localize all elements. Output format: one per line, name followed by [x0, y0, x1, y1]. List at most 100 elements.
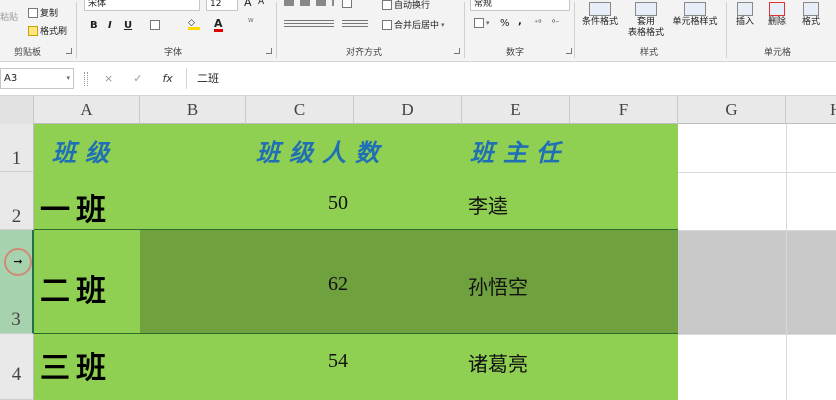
cell-teacher[interactable]: 李逵	[468, 190, 508, 219]
header-cell-count[interactable]: 班级人数	[256, 133, 388, 168]
chevron-down-icon: ▾	[66, 74, 70, 82]
number-group-label: 数字	[506, 48, 525, 58]
cell-teacher[interactable]: 诸葛亮	[468, 348, 528, 377]
wrap-text-icon	[382, 0, 392, 10]
font-size-select[interactable]: 12	[206, 0, 238, 11]
fill-color-button[interactable]: ◇	[188, 18, 200, 30]
merge-center-label: 合并后居中	[394, 21, 440, 31]
decrease-decimal-button[interactable]: ⁰⁻	[552, 18, 559, 27]
format-icon	[803, 2, 819, 16]
comma-button[interactable]: ,	[518, 16, 522, 27]
wrap-text-label: 自动换行	[394, 1, 431, 11]
percent-button[interactable]: %	[500, 18, 510, 29]
font-group-label: 字体	[164, 48, 183, 58]
number-format-value: 常规	[474, 0, 493, 9]
conditional-format-button[interactable]: 条件格式	[578, 2, 622, 28]
column-header-row: A B C D E F G H	[0, 96, 836, 124]
format-painter-button[interactable]: 格式刷	[28, 24, 67, 37]
enter-icon[interactable]: ✓	[133, 72, 142, 85]
insert-button[interactable]: 插入	[730, 2, 760, 28]
group-divider	[464, 2, 465, 58]
delete-button[interactable]: 删除	[762, 2, 792, 28]
indent-buttons[interactable]	[342, 18, 368, 27]
alignment-launcher-icon[interactable]	[454, 48, 460, 54]
selected-range	[140, 230, 678, 334]
styles-group-label: 样式	[640, 48, 659, 58]
copy-icon	[28, 7, 38, 18]
merge-icon	[382, 19, 392, 30]
number-launcher-icon[interactable]	[566, 48, 572, 54]
ribbon: 粘贴 复制 格式刷 剪贴板 宋体 12 A A B I U ◇ A ᵂ 字体 自…	[0, 0, 836, 62]
cell-count[interactable]: 50	[328, 192, 348, 215]
indent-icon	[342, 18, 368, 27]
border-button[interactable]	[150, 20, 160, 30]
font-launcher-icon[interactable]	[266, 48, 272, 54]
phonetic-button[interactable]: ᵂ	[248, 18, 254, 28]
conditional-format-icon	[589, 2, 611, 16]
group-divider	[726, 2, 727, 58]
format-as-table-button[interactable]: 套用 表格格式	[624, 2, 668, 39]
decrease-decimal-icon: ⁰⁻	[552, 18, 560, 27]
orientation-button[interactable]	[342, 0, 352, 8]
clipboard-launcher-icon[interactable]	[66, 48, 72, 54]
column-header-b[interactable]: B	[140, 96, 246, 124]
format-button[interactable]: 格式	[796, 2, 826, 28]
cell-class[interactable]: 三班	[40, 343, 112, 387]
column-header-a[interactable]: A	[34, 96, 140, 124]
row-header-3[interactable]: 3	[0, 230, 34, 334]
cell-class[interactable]: 二班	[40, 266, 112, 310]
formula-input[interactable]: 二班	[186, 68, 836, 89]
font-name-value: 宋体	[88, 0, 107, 9]
select-all-button[interactable]	[0, 96, 34, 124]
currency-button[interactable]: ▾	[474, 18, 490, 28]
clipboard-group-label: 剪贴板	[14, 48, 42, 58]
brush-icon	[28, 25, 38, 36]
header-cell-class[interactable]: 班级	[52, 133, 118, 168]
cell-class[interactable]: 一班	[40, 185, 112, 229]
wrap-text-button[interactable]: 自动换行	[382, 0, 430, 11]
row-header-4[interactable]: 4	[0, 334, 34, 400]
cell-count[interactable]: 62	[328, 273, 348, 296]
name-box-value: A3	[4, 73, 18, 84]
name-box[interactable]: A3 ▾	[0, 68, 74, 89]
font-color-button[interactable]: A	[214, 18, 223, 32]
insert-label: 插入	[735, 17, 754, 27]
bold-button[interactable]: B	[90, 20, 98, 31]
excel-window: 粘贴 复制 格式刷 剪贴板 宋体 12 A A B I U ◇ A ᵂ 字体 自…	[0, 0, 836, 400]
horizontal-align-buttons[interactable]	[284, 18, 334, 27]
selected-empty-cells	[678, 230, 836, 334]
cells-group-label: 单元格	[764, 48, 792, 58]
cell-count[interactable]: 54	[328, 350, 348, 373]
cell-styles-button[interactable]: 单元格样式	[668, 2, 722, 28]
delete-icon	[769, 2, 785, 16]
vertical-align-buttons[interactable]	[284, 0, 334, 6]
header-cell-teacher[interactable]: 班主任	[470, 133, 569, 168]
resize-handle[interactable]	[84, 72, 88, 86]
column-header-d[interactable]: D	[354, 96, 462, 124]
border-icon	[150, 20, 160, 30]
format-painter-label: 格式刷	[40, 27, 68, 37]
italic-button[interactable]: I	[108, 20, 112, 31]
shrink-font-button[interactable]: A	[258, 0, 264, 7]
column-header-e[interactable]: E	[462, 96, 570, 124]
column-header-h[interactable]: H	[786, 96, 836, 124]
underline-button[interactable]: U	[124, 20, 132, 31]
grow-font-button[interactable]: A	[244, 0, 252, 9]
font-name-select[interactable]: 宋体	[84, 0, 200, 11]
column-header-f[interactable]: F	[570, 96, 678, 124]
insert-function-icon[interactable]: fx	[162, 72, 172, 85]
paste-button[interactable]: 粘贴	[0, 10, 18, 23]
copy-button[interactable]: 复制	[28, 6, 58, 19]
increase-decimal-button[interactable]: ⁺⁰	[534, 18, 541, 27]
merge-center-button[interactable]: 合并后居中 ▾	[382, 18, 445, 31]
row-select-cursor-icon: ➞	[4, 248, 32, 276]
column-header-c[interactable]: C	[246, 96, 354, 124]
row-header-1[interactable]: 1	[0, 124, 34, 172]
number-format-select[interactable]: 常规	[470, 0, 570, 11]
cell-teacher[interactable]: 孙悟空	[468, 271, 528, 300]
column-header-g[interactable]: G	[678, 96, 786, 124]
font-color-icon: A	[214, 17, 223, 32]
cancel-icon[interactable]: ×	[104, 72, 113, 85]
group-divider	[276, 2, 277, 58]
row-header-2[interactable]: 2	[0, 172, 34, 230]
